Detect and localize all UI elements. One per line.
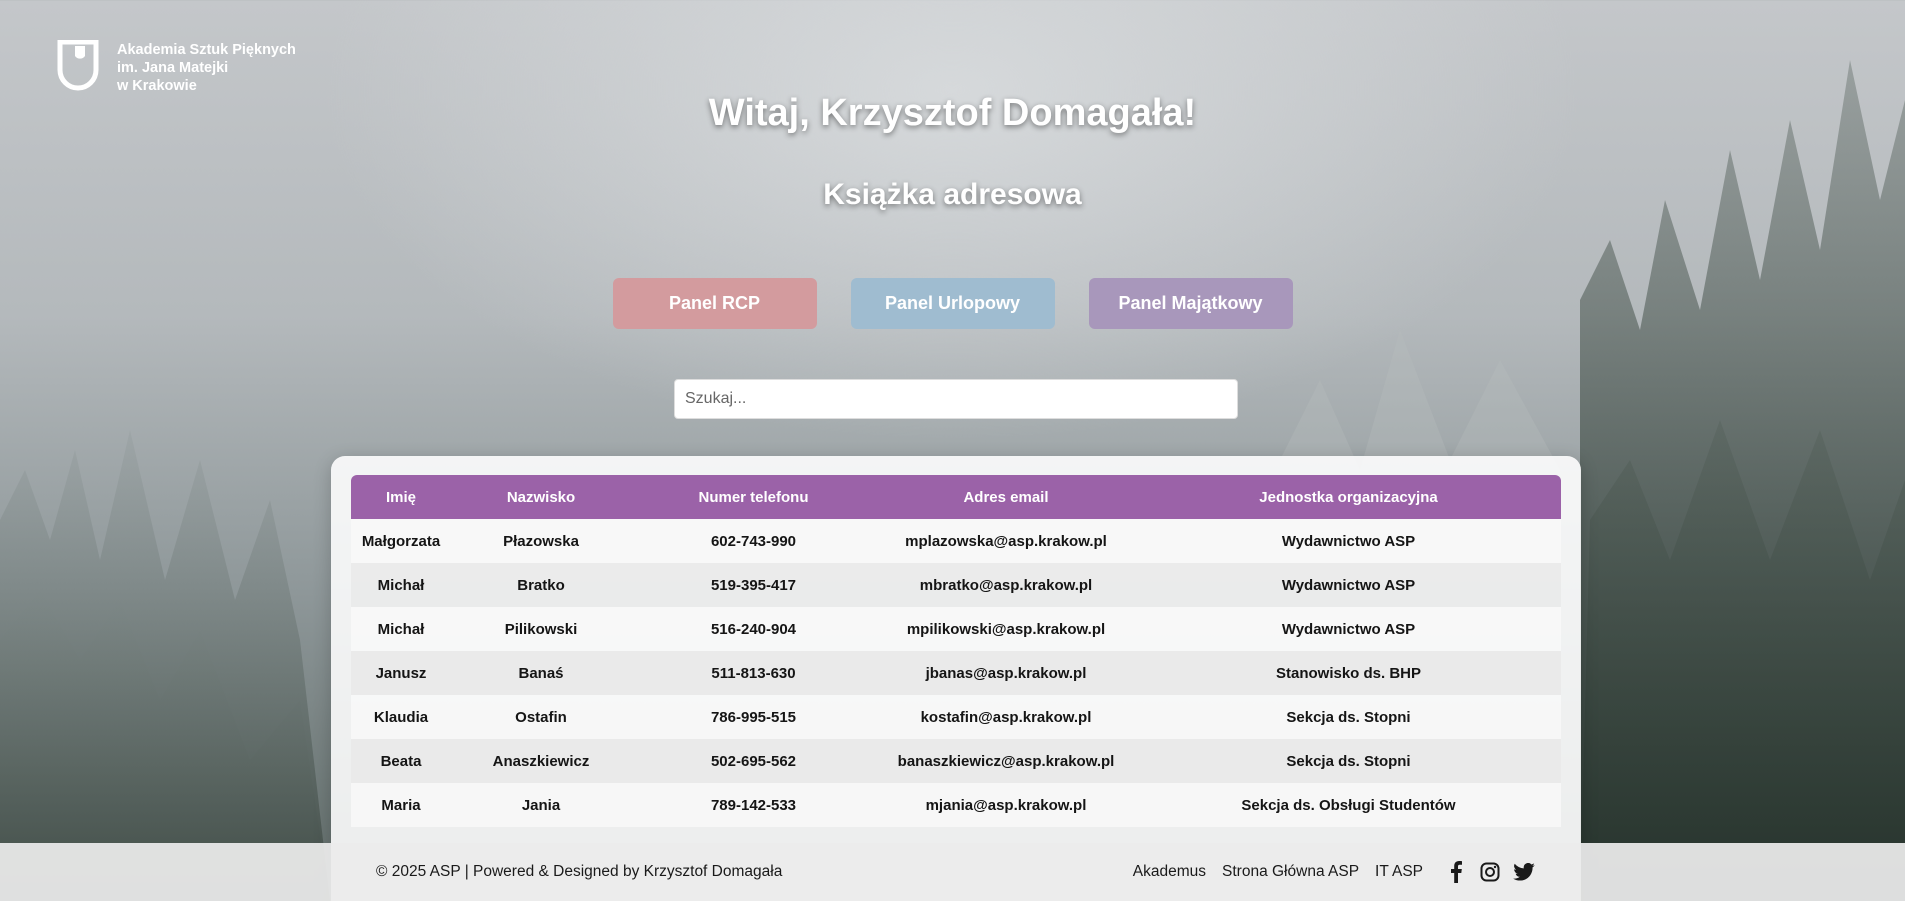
table-row[interactable]: Michał Bratko 519-395-417 mbratko@asp.kr… <box>351 563 1561 607</box>
academy-name-line-2: im. Jana Matejki <box>117 60 229 76</box>
cell-email: jbanas@asp.krakow.pl <box>876 651 1136 695</box>
cell-first-name: Janusz <box>351 651 451 695</box>
academy-logo[interactable]: Akademia Sztuk Pięknych im. Jana Matejki… <box>57 40 296 95</box>
cell-unit: Wydawnictwo ASP <box>1136 519 1561 563</box>
table-row[interactable]: Maria Jania 789-142-533 mjania@asp.krako… <box>351 783 1561 827</box>
cell-first-name: Michał <box>351 607 451 651</box>
cell-first-name: Maria <box>351 783 451 827</box>
cell-unit: Stanowisko ds. BHP <box>1136 651 1561 695</box>
cell-email: mjania@asp.krakow.pl <box>876 783 1136 827</box>
table-row[interactable]: Janusz Banaś 511-813-630 jbanas@asp.krak… <box>351 651 1561 695</box>
cell-first-name: Beata <box>351 739 451 783</box>
page-footer: © 2025 ASP | Powered & Designed by Krzys… <box>0 843 1905 901</box>
page-title: Książka adresowa <box>823 178 1082 211</box>
table-row[interactable]: Klaudia Ostafin 786-995-515 kostafin@asp… <box>351 695 1561 739</box>
shield-logo-icon <box>57 40 99 91</box>
cell-unit: Wydawnictwo ASP <box>1136 563 1561 607</box>
footer-links: Akademus Strona Główna ASP IT ASP <box>1133 861 1535 883</box>
cell-phone: 511-813-630 <box>631 651 876 695</box>
facebook-icon[interactable] <box>1445 861 1467 883</box>
welcome-heading: Witaj, Krzysztof Domagała! <box>708 92 1197 134</box>
instagram-icon[interactable] <box>1479 861 1501 883</box>
cell-last-name: Banaś <box>451 651 631 695</box>
panel-urlopowy-button[interactable]: Panel Urlopowy <box>850 278 1055 329</box>
cell-last-name: Ostafin <box>451 695 631 739</box>
cell-first-name: Małgorzata <box>351 519 451 563</box>
cell-unit: Sekcja ds. Obsługi Studentów <box>1136 783 1561 827</box>
cell-last-name: Anaszkiewicz <box>451 739 631 783</box>
cell-unit: Sekcja ds. Stopni <box>1136 739 1561 783</box>
cell-first-name: Klaudia <box>351 695 451 739</box>
cell-email: kostafin@asp.krakow.pl <box>876 695 1136 739</box>
search-input[interactable] <box>674 379 1238 419</box>
column-header-phone[interactable]: Numer telefonu <box>631 475 876 519</box>
footer-copyright: © 2025 ASP | Powered & Designed by Krzys… <box>376 863 783 880</box>
twitter-icon[interactable] <box>1513 861 1535 883</box>
cell-unit: Wydawnictwo ASP <box>1136 607 1561 651</box>
panel-rcp-button[interactable]: Panel RCP <box>612 278 817 329</box>
panel-majatkowy-button[interactable]: Panel Majątkowy <box>1088 278 1293 329</box>
footer-link-akademus[interactable]: Akademus <box>1133 863 1206 881</box>
cell-email: mplazowska@asp.krakow.pl <box>876 519 1136 563</box>
column-header-first-name[interactable]: Imię <box>351 475 451 519</box>
cell-email: mbratko@asp.krakow.pl <box>876 563 1136 607</box>
academy-name: Akademia Sztuk Pięknych im. Jana Matejki… <box>117 41 296 95</box>
cell-phone: 789-142-533 <box>631 783 876 827</box>
table-header-row: Imię Nazwisko Numer telefonu Adres email… <box>351 475 1561 519</box>
social-icons <box>1445 861 1535 883</box>
table-row[interactable]: Małgorzata Płazowska 602-743-990 mplazow… <box>351 519 1561 563</box>
address-book-table: Imię Nazwisko Numer telefonu Adres email… <box>351 475 1561 827</box>
cell-phone: 516-240-904 <box>631 607 876 651</box>
footer-link-it-asp[interactable]: IT ASP <box>1375 863 1423 881</box>
cell-email: banaszkiewicz@asp.krakow.pl <box>876 739 1136 783</box>
footer-link-strona-glowna[interactable]: Strona Główna ASP <box>1222 863 1359 881</box>
cell-email: mpilikowski@asp.krakow.pl <box>876 607 1136 651</box>
cell-phone: 602-743-990 <box>631 519 876 563</box>
table-row[interactable]: Michał Pilikowski 516-240-904 mpilikowsk… <box>351 607 1561 651</box>
cell-last-name: Płazowska <box>451 519 631 563</box>
column-header-last-name[interactable]: Nazwisko <box>451 475 631 519</box>
cell-phone: 502-695-562 <box>631 739 876 783</box>
panel-buttons: Panel RCP Panel Urlopowy Panel Majątkowy <box>0 278 1905 329</box>
cell-phone: 786-995-515 <box>631 695 876 739</box>
column-header-unit[interactable]: Jednostka organizacyjna <box>1136 475 1561 519</box>
cell-last-name: Jania <box>451 783 631 827</box>
cell-last-name: Pilikowski <box>451 607 631 651</box>
cell-last-name: Bratko <box>451 563 631 607</box>
address-book-card: Imię Nazwisko Numer telefonu Adres email… <box>331 456 1581 901</box>
cell-unit: Sekcja ds. Stopni <box>1136 695 1561 739</box>
column-header-email[interactable]: Adres email <box>876 475 1136 519</box>
table-row[interactable]: Beata Anaszkiewicz 502-695-562 banaszkie… <box>351 739 1561 783</box>
cell-first-name: Michał <box>351 563 451 607</box>
cell-phone: 519-395-417 <box>631 563 876 607</box>
academy-name-line-1: Akademia Sztuk Pięknych <box>117 42 296 58</box>
